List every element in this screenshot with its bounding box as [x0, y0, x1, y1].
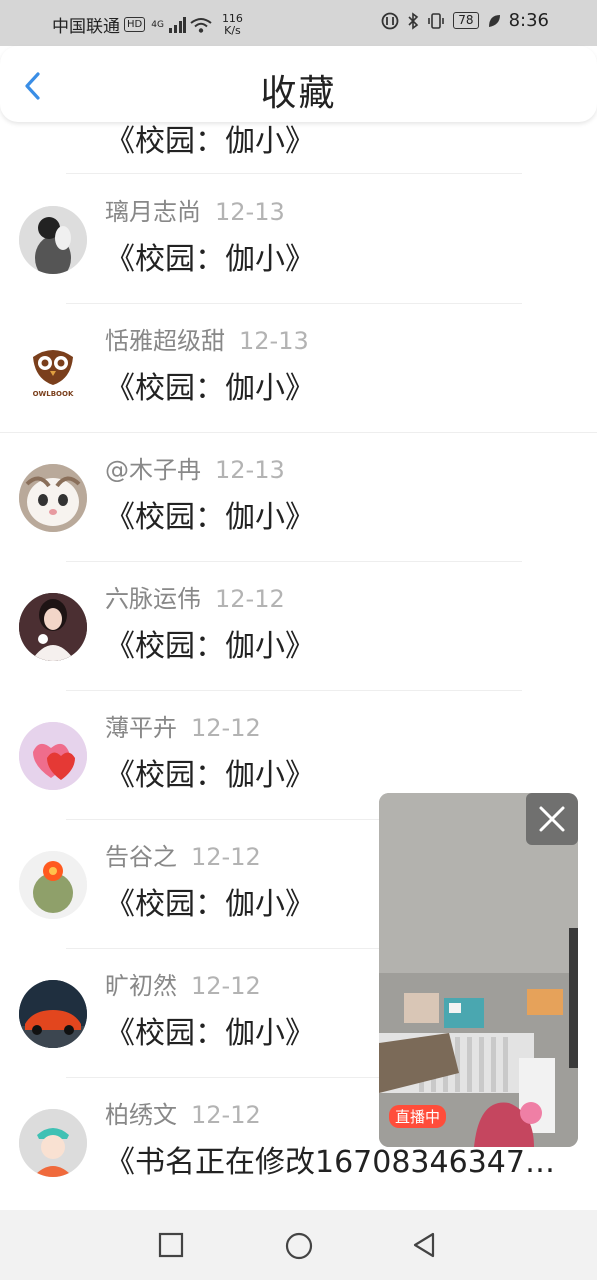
- date: 12-12: [215, 585, 285, 613]
- clock: 8:36: [508, 10, 549, 31]
- live-video-frame[interactable]: [379, 793, 578, 1147]
- user-name: 璃月志尚: [105, 198, 201, 226]
- item-meta: 六脉运伟 12-12: [105, 579, 285, 614]
- avatar-art: [19, 464, 87, 532]
- user-name: 旷初然: [105, 972, 177, 1000]
- status-right: 78 8:36: [381, 10, 549, 31]
- car-avatar-icon: [19, 980, 87, 1048]
- status-bar: 中国联通 HD 4G 116 K/s 78 8:36: [0, 0, 597, 46]
- book-title: 《校园：伽小》: [105, 242, 315, 277]
- nav-header: 收藏: [0, 46, 597, 122]
- wifi-icon: [190, 17, 212, 33]
- hd-badge: HD: [124, 17, 146, 32]
- date: 12-13: [215, 456, 285, 484]
- divider: [66, 303, 522, 304]
- avatar: [19, 206, 87, 274]
- book-title: 《校园：伽小》: [105, 500, 315, 535]
- list-item[interactable]: 六脉运伟 12-12 《校园：伽小》: [0, 563, 597, 691]
- owl-logo-text: OWLBOOK: [33, 390, 74, 398]
- nfc-icon: [381, 12, 399, 29]
- owl-logo-icon: OWLBOOK: [33, 350, 74, 398]
- divider: [0, 432, 597, 433]
- status-left: 中国联通 HD 4G 116 K/s: [52, 12, 243, 37]
- item-meta: @木子冉 12-13: [105, 450, 285, 485]
- avatar: [19, 464, 87, 532]
- live-badge: 直播中: [389, 1105, 447, 1128]
- avatar-art: [19, 722, 87, 790]
- book-title: 《校园：伽小》: [105, 629, 315, 664]
- list-item[interactable]: @木子冉 12-13 《校园：伽小》: [0, 434, 597, 562]
- book-title: 《校园：伽小》: [105, 124, 315, 159]
- book-title: 《校园：伽小》: [105, 371, 315, 406]
- signal-icon: [168, 16, 186, 33]
- date: 12-12: [191, 1101, 261, 1129]
- carrier-name: 中国联通: [52, 17, 120, 37]
- divider: [66, 561, 522, 562]
- date: 12-13: [239, 327, 309, 355]
- avatar-art: [19, 206, 87, 274]
- book-title: 《校园：伽小》: [105, 887, 315, 922]
- page-title: 收藏: [260, 73, 337, 114]
- user-name: 告谷之: [105, 843, 177, 871]
- avatar: [19, 980, 87, 1048]
- date: 12-12: [191, 843, 261, 871]
- bluetooth-icon: [408, 11, 419, 30]
- date: 12-12: [191, 714, 261, 742]
- item-meta: 薄平卉 12-12: [105, 708, 261, 743]
- battery-level: 78: [453, 12, 479, 29]
- circle-nav-icon[interactable]: [285, 1232, 313, 1260]
- divider: [66, 690, 522, 691]
- user-name: 六脉运伟: [105, 585, 201, 613]
- avatar-art: [19, 593, 87, 661]
- avatar: OWLBOOK: [19, 335, 87, 403]
- list-item[interactable]: 璃月志尚 12-13 《校园：伽小》: [0, 176, 597, 304]
- close-icon[interactable]: [526, 793, 578, 845]
- user-name: 柏绣文: [105, 1101, 177, 1129]
- book-title: 《校园：伽小》: [105, 1016, 315, 1051]
- floating-live-window[interactable]: 直播中: [379, 793, 578, 1147]
- divider: [66, 173, 522, 174]
- item-meta: 告谷之 12-12: [105, 837, 261, 872]
- network-speed: 116 K/s: [222, 12, 243, 37]
- date: 12-12: [191, 972, 261, 1000]
- item-meta: 恬雅超级甜 12-13: [105, 321, 309, 356]
- item-meta: 璃月志尚 12-13: [105, 192, 285, 227]
- item-meta: 旷初然 12-12: [105, 966, 261, 1001]
- close-live-button[interactable]: [526, 793, 578, 845]
- avatar: [19, 593, 87, 661]
- avatar: [19, 722, 87, 790]
- system-nav-bar: [0, 1210, 597, 1280]
- avatar: [19, 1109, 87, 1177]
- user-name: 恬雅超级甜: [105, 327, 225, 355]
- item-meta: 柏绣文 12-12: [105, 1095, 261, 1130]
- avatar: [19, 851, 87, 919]
- vibrate-icon: [428, 12, 445, 29]
- cactus-avatar-icon: [19, 851, 87, 919]
- user-name: @木子冉: [105, 456, 201, 484]
- network-type: 4G: [151, 19, 164, 30]
- speed-unit: K/s: [224, 23, 241, 37]
- date: 12-13: [215, 198, 285, 226]
- book-title: 《校园：伽小》: [105, 758, 315, 793]
- leaf-icon: [488, 14, 500, 27]
- square-nav-icon[interactable]: [158, 1232, 184, 1258]
- triangle-back-nav-icon[interactable]: [411, 1232, 437, 1258]
- list-item[interactable]: OWLBOOK 恬雅超级甜 12-13 《校园：伽小》: [0, 305, 597, 433]
- cartoon-avatar-icon: [19, 1109, 87, 1177]
- user-name: 薄平卉: [105, 714, 177, 742]
